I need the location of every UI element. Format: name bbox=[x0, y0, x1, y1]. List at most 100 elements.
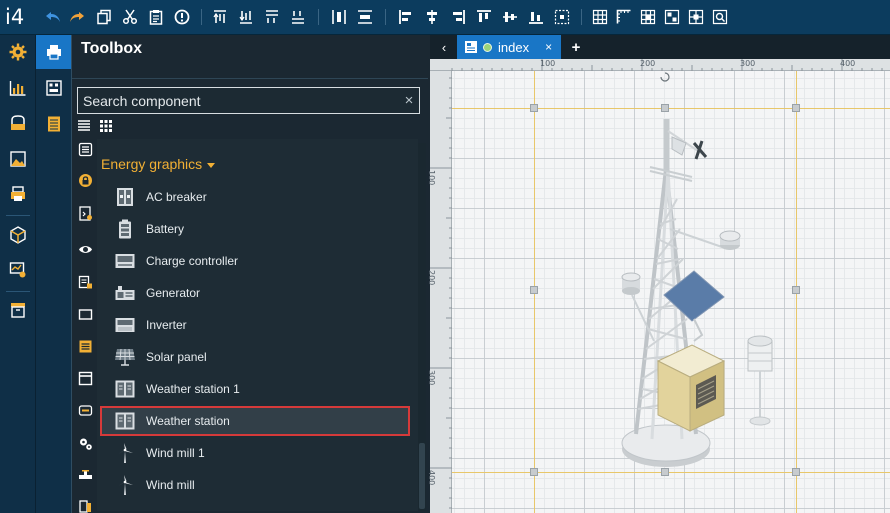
resize-handle-bottom-left[interactable] bbox=[530, 468, 538, 476]
category-media[interactable] bbox=[75, 400, 95, 420]
send-backward-button[interactable] bbox=[289, 8, 307, 26]
bring-forward-button[interactable] bbox=[263, 8, 281, 26]
align-middle-button[interactable] bbox=[501, 8, 519, 26]
category-energy[interactable] bbox=[75, 495, 95, 513]
category-controls[interactable] bbox=[75, 433, 95, 453]
rail-item-properties[interactable] bbox=[36, 107, 71, 141]
send-to-back-button[interactable] bbox=[237, 8, 255, 26]
snap-center-icon bbox=[688, 9, 704, 25]
category-data[interactable] bbox=[75, 272, 95, 292]
list-item-charge-controller[interactable]: Charge controller bbox=[100, 246, 410, 276]
toolbar-separator bbox=[581, 9, 582, 25]
list-item-label: AC breaker bbox=[146, 190, 207, 204]
resize-handle-left[interactable] bbox=[530, 286, 538, 294]
toolbox-title: Toolbox bbox=[81, 40, 143, 57]
list-item-label: Battery bbox=[146, 222, 185, 236]
rail-item-dashboard[interactable] bbox=[0, 71, 36, 105]
list-item-generator[interactable]: Generator bbox=[100, 278, 410, 308]
list-item-solar-panel[interactable]: Solar panel bbox=[100, 342, 410, 372]
list-item-label: Solar panel bbox=[146, 350, 207, 364]
snap-to-objects-button[interactable] bbox=[663, 8, 681, 26]
send-backward-icon bbox=[292, 11, 304, 24]
align-left-button[interactable] bbox=[397, 8, 415, 26]
toolbar-separator bbox=[201, 9, 202, 25]
tab-index[interactable]: index × bbox=[457, 35, 561, 59]
component-list-scrollbar[interactable] bbox=[418, 143, 426, 511]
rulers-button[interactable] bbox=[615, 8, 633, 26]
list-view-icon[interactable] bbox=[77, 119, 91, 133]
rail-item-graphics[interactable] bbox=[0, 142, 36, 176]
add-tab-button[interactable]: + bbox=[567, 35, 585, 59]
rail-item-reports[interactable] bbox=[0, 177, 36, 211]
align-center-button[interactable] bbox=[423, 8, 441, 26]
tab-label: index bbox=[498, 39, 530, 55]
printer-icon bbox=[46, 45, 61, 60]
weather-station-graphic[interactable] bbox=[592, 99, 802, 479]
align-top-button[interactable] bbox=[475, 8, 493, 26]
app-logo: i4 bbox=[5, 5, 25, 29]
align-bottom-button[interactable] bbox=[527, 8, 545, 26]
status-dot-icon bbox=[483, 42, 492, 52]
close-tab-button[interactable]: × bbox=[545, 40, 552, 54]
center-on-page-button[interactable] bbox=[553, 8, 571, 26]
window-icon bbox=[78, 371, 92, 385]
category-windows[interactable] bbox=[75, 368, 95, 388]
cut-button[interactable] bbox=[121, 8, 139, 26]
generator-icon bbox=[114, 282, 136, 304]
list-item-battery[interactable]: Battery bbox=[100, 214, 410, 244]
copy-button[interactable] bbox=[95, 8, 113, 26]
bring-to-front-button[interactable] bbox=[211, 8, 229, 26]
resize-handle-top-left[interactable] bbox=[530, 104, 538, 112]
category-scripts[interactable] bbox=[75, 203, 95, 223]
list-item-ac-breaker[interactable]: AC breaker bbox=[100, 182, 410, 212]
redo-button[interactable] bbox=[68, 8, 86, 26]
snap-grid-icon bbox=[640, 9, 656, 25]
grid-view-icon[interactable] bbox=[99, 119, 113, 133]
rail-item-devices[interactable] bbox=[0, 106, 36, 140]
rail-separator bbox=[6, 215, 30, 216]
category-tables[interactable] bbox=[75, 336, 95, 356]
zoom-fit-button[interactable] bbox=[711, 8, 729, 26]
search-input[interactable] bbox=[78, 88, 399, 113]
media-icon bbox=[78, 404, 92, 416]
paste-button[interactable] bbox=[147, 8, 165, 26]
list-item-wind-mill[interactable]: Wind mill bbox=[100, 470, 410, 500]
category-basic[interactable] bbox=[75, 139, 95, 159]
ruler-label: 300 bbox=[740, 59, 756, 68]
design-canvas[interactable] bbox=[452, 71, 890, 513]
distribute-horizontal-button[interactable] bbox=[330, 8, 348, 26]
group-header-label: Energy graphics bbox=[101, 156, 203, 172]
list-item-weather-station-1[interactable]: Weather station 1 bbox=[100, 374, 410, 404]
align-right-button[interactable] bbox=[449, 8, 467, 26]
main-navigation-rail bbox=[0, 35, 36, 513]
clear-search-button[interactable]: × bbox=[399, 92, 419, 109]
info-button[interactable] bbox=[173, 8, 191, 26]
rectangle-icon bbox=[78, 308, 92, 320]
tab-scroll-left-button[interactable]: ‹ bbox=[433, 35, 455, 59]
rotate-handle-icon[interactable] bbox=[659, 72, 671, 84]
undo-button[interactable] bbox=[44, 8, 62, 26]
rail-item-toolbox[interactable] bbox=[36, 35, 71, 69]
category-visibility[interactable] bbox=[75, 239, 95, 259]
distribute-vertical-button[interactable] bbox=[356, 8, 374, 26]
rail-item-layout[interactable] bbox=[36, 71, 71, 105]
category-security[interactable] bbox=[75, 170, 95, 190]
rail-item-archive[interactable] bbox=[0, 293, 36, 327]
scrollbar-thumb[interactable] bbox=[419, 443, 425, 509]
group-header-energy-graphics[interactable]: Energy graphics bbox=[101, 156, 216, 172]
ruler-label: 300 bbox=[427, 370, 436, 386]
list-item-inverter[interactable]: Inverter bbox=[100, 310, 410, 340]
list-item-wind-mill-1[interactable]: Wind mill 1 bbox=[100, 438, 410, 468]
eye-icon bbox=[78, 245, 92, 253]
rail-item-monitor[interactable] bbox=[0, 253, 36, 287]
snap-center-button[interactable] bbox=[687, 8, 705, 26]
category-containers[interactable] bbox=[75, 304, 95, 324]
rail-item-settings[interactable] bbox=[0, 35, 36, 69]
snap-to-grid-button[interactable] bbox=[639, 8, 657, 26]
rail-item-packages[interactable] bbox=[0, 218, 36, 252]
list-item-weather-station[interactable]: Weather station bbox=[100, 406, 410, 436]
table-icon bbox=[79, 340, 91, 352]
grid-button[interactable] bbox=[591, 8, 609, 26]
bring-to-front-icon bbox=[213, 10, 226, 23]
category-industrial[interactable] bbox=[75, 466, 95, 486]
